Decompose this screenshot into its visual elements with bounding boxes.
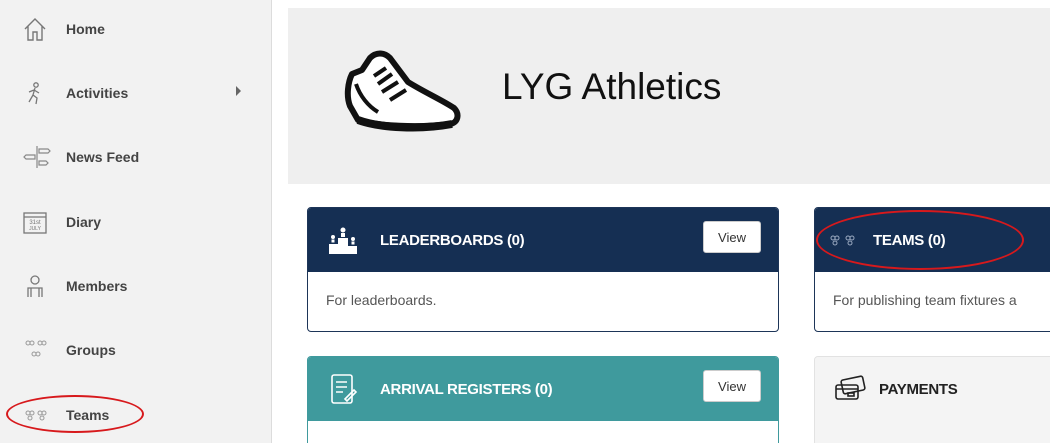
sidebar-item-groups[interactable]: Groups: [22, 330, 257, 370]
chevron-right-icon[interactable]: [236, 86, 241, 96]
sidebar-item-news-feed[interactable]: News Feed: [22, 137, 257, 177]
sidebar-item-label: Home: [66, 21, 105, 37]
leaderboards-title: LEADERBOARDS (0): [380, 231, 525, 249]
person-icon: [22, 271, 58, 301]
teams-description: For publishing team fixtures a: [833, 292, 1017, 308]
sidebar-item-label: Activities: [66, 85, 129, 101]
running-person-icon: [22, 78, 58, 108]
register-icon: [322, 368, 364, 410]
sidebar-item-label: Groups: [66, 342, 116, 358]
groups-icon: [22, 335, 58, 365]
leaderboards-card-header: LEADERBOARDS (0) View: [308, 208, 778, 272]
content-gutter: [272, 0, 288, 443]
sidebar-item-label: Teams: [66, 407, 110, 423]
teams-card-header: TEAMS (0): [815, 208, 1050, 272]
calendar-month-text: JULY: [29, 226, 42, 232]
payments-card-header: PAYMENTS: [815, 357, 1050, 421]
sidebar-item-teams[interactable]: Teams: [22, 395, 257, 435]
arrival-registers-card: ARRIVAL REGISTERS (0) View: [307, 356, 779, 443]
sidebar-item-members[interactable]: Members: [22, 266, 257, 306]
credit-card-icon: [829, 368, 871, 410]
running-shoe-icon: [338, 44, 468, 134]
arrival-registers-title: ARRIVAL REGISTERS (0): [380, 380, 553, 398]
leaderboards-view-button[interactable]: View: [703, 221, 761, 253]
podium-icon: [322, 219, 364, 261]
signpost-icon: [22, 142, 58, 172]
club-header: LYG Athletics: [288, 8, 1050, 184]
sidebar-item-home[interactable]: Home: [22, 9, 257, 49]
arrival-registers-card-header: ARRIVAL REGISTERS (0) View: [308, 357, 778, 421]
teams-title: TEAMS (0): [873, 231, 946, 249]
sidebar-item-activities[interactable]: Activities: [22, 73, 257, 113]
club-title: LYG Athletics: [502, 66, 722, 107]
sidebar: Home Activities News Feed 31st JULY Diar…: [0, 0, 272, 443]
sidebar-item-label: News Feed: [66, 149, 140, 165]
sidebar-item-label: Members: [66, 278, 128, 294]
teams-icon: [22, 400, 58, 430]
sidebar-item-label: Diary: [66, 214, 102, 230]
payments-title: PAYMENTS: [879, 380, 958, 398]
leaderboards-description: For leaderboards.: [326, 292, 437, 308]
teams-card: TEAMS (0) For publishing team fixtures a: [814, 207, 1050, 332]
teams-icon: [821, 219, 867, 261]
leaderboards-card: LEADERBOARDS (0) View For leaderboards.: [307, 207, 779, 332]
sidebar-item-diary[interactable]: 31st JULY Diary: [22, 202, 257, 242]
calendar-icon: 31st JULY: [22, 207, 58, 237]
arrival-registers-view-button[interactable]: View: [703, 370, 761, 402]
home-icon: [22, 14, 58, 44]
payments-card: PAYMENTS: [814, 356, 1050, 443]
